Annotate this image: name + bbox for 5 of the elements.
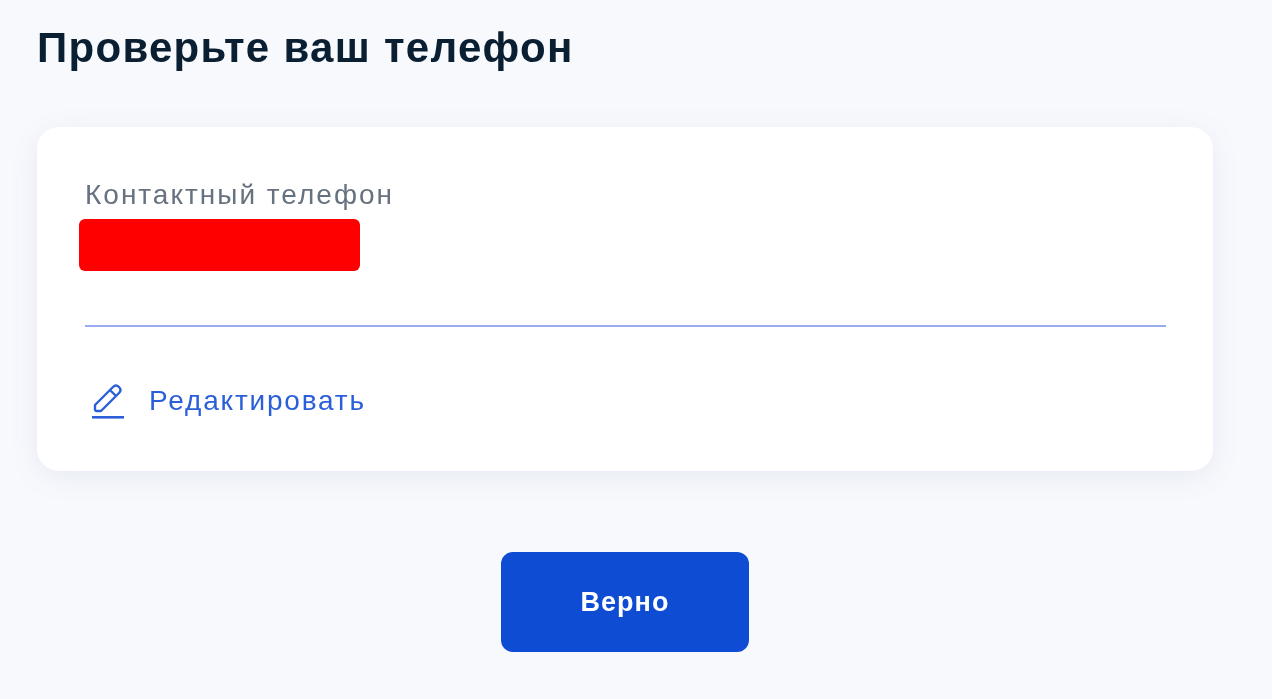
edit-link[interactable]: Редактировать [85, 382, 366, 420]
field-label: Контактный телефон [85, 179, 394, 211]
pencil-icon [91, 383, 125, 419]
confirm-button[interactable]: Верно [501, 552, 749, 652]
page-title: Проверьте ваш телефон [37, 23, 575, 73]
